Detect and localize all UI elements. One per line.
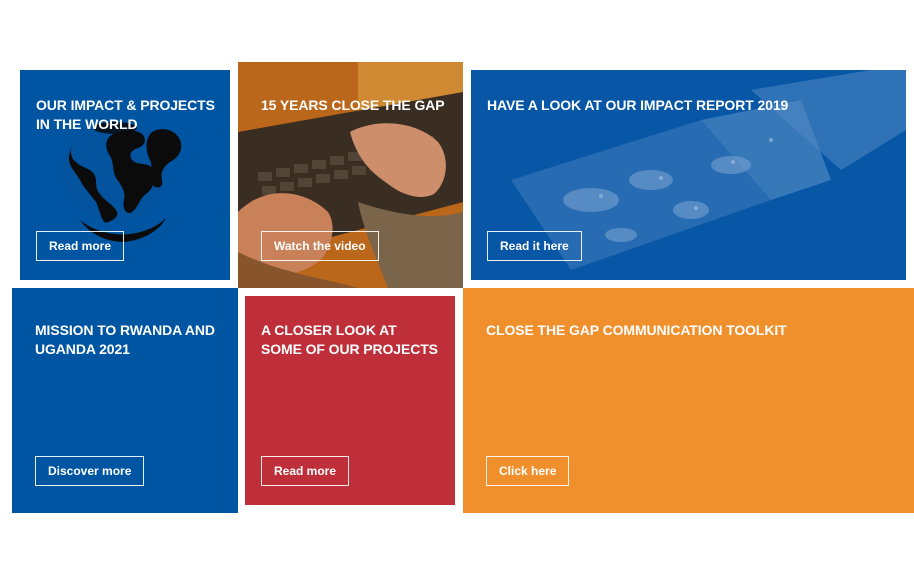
- tile-title: MISSION TO RWANDA AND UGANDA 2021: [35, 322, 215, 357]
- read-it-here-button[interactable]: Read it here: [487, 231, 582, 261]
- click-here-button[interactable]: Click here: [486, 456, 570, 486]
- tile-impact-report[interactable]: HAVE A LOOK AT OUR IMPACT REPORT 2019 Re…: [471, 70, 906, 280]
- tile-15-years[interactable]: 15 YEARS CLOSE THE GAP Watch the video: [238, 62, 463, 288]
- tile-title: CLOSE THE GAP COMMUNICATION TOOLKIT: [486, 322, 787, 338]
- tile-impact-projects[interactable]: OUR IMPACT & PROJECTS IN THE WORLD Read …: [20, 70, 230, 280]
- tile-closer-look[interactable]: A CLOSER LOOK AT SOME OF OUR PROJECTS Re…: [245, 296, 455, 505]
- tile-title: A CLOSER LOOK AT SOME OF OUR PROJECTS: [261, 322, 438, 357]
- tile-title: HAVE A LOOK AT OUR IMPACT REPORT 2019: [487, 97, 789, 113]
- tile-title: OUR IMPACT & PROJECTS IN THE WORLD: [36, 97, 215, 132]
- tile-mission-rwanda-uganda[interactable]: MISSION TO RWANDA AND UGANDA 2021 Discov…: [12, 288, 238, 513]
- tile-title: 15 YEARS CLOSE THE GAP: [261, 97, 445, 113]
- read-more-button[interactable]: Read more: [261, 456, 350, 486]
- read-more-button[interactable]: Read more: [36, 231, 125, 261]
- tile-communication-toolkit[interactable]: CLOSE THE GAP COMMUNICATION TOOLKIT Clic…: [463, 288, 914, 513]
- watch-video-button[interactable]: Watch the video: [261, 231, 379, 261]
- discover-more-button[interactable]: Discover more: [35, 456, 145, 486]
